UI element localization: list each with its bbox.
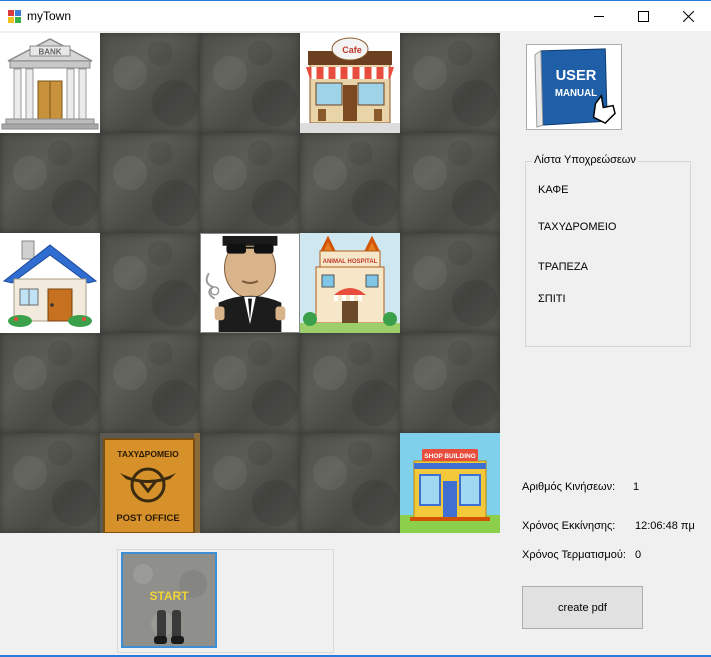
start-panel: START — [117, 549, 334, 653]
create-pdf-button[interactable]: create pdf — [522, 586, 643, 629]
grid-cell[interactable] — [400, 133, 500, 233]
grid-cell[interactable] — [400, 233, 500, 333]
bank-icon: BANK — [0, 33, 100, 133]
hospital-icon: ANIMAL HOSPITAL — [300, 233, 400, 333]
manual-line1: USER — [556, 68, 597, 84]
start-icon: START — [123, 554, 215, 646]
grid-cell[interactable] — [300, 333, 400, 433]
grid-cell[interactable] — [400, 33, 500, 133]
manual-line2: MANUAL — [555, 88, 597, 99]
grid-cell[interactable] — [200, 33, 300, 133]
grid-cell[interactable] — [100, 133, 200, 233]
end-time-label: Χρόνος Τερματισμού: — [522, 549, 626, 561]
task-item: ΚΑΦΕ — [538, 184, 569, 196]
bank-tile[interactable]: BANK — [0, 33, 100, 133]
grid-cell[interactable] — [100, 33, 200, 133]
close-icon — [682, 10, 694, 22]
user-manual-icon: USER MANUAL — [527, 45, 621, 129]
task-list-legend: Λίστα Υποχρεώσεων — [532, 154, 638, 166]
town-grid: BANK Cafe ANIMAL HOSPITAL ΤΑΧΥΔΡΟΜΕΙΟ PO… — [0, 33, 500, 533]
start-time-value: 12:06:48 πμ — [635, 520, 695, 532]
title-bar: myTown — [0, 0, 711, 31]
cafe-tile[interactable]: Cafe — [300, 33, 400, 133]
close-button[interactable] — [665, 1, 711, 31]
grid-cell[interactable] — [200, 333, 300, 433]
minimize-icon — [594, 16, 604, 17]
grid-cell[interactable] — [100, 233, 200, 333]
grid-cell[interactable] — [0, 333, 100, 433]
shop-icon: SHOP BUILDING — [400, 433, 500, 533]
user-manual-button[interactable]: USER MANUAL — [526, 44, 622, 130]
task-item: ΤΑΧΥΔΡΟΜΕΙΟ — [538, 221, 617, 233]
player-tile[interactable] — [200, 233, 300, 333]
start-image[interactable]: START — [121, 552, 217, 648]
post-sign-top: ΤΑΧΥΔΡΟΜΕΙΟ — [117, 449, 179, 459]
grid-cell[interactable] — [200, 133, 300, 233]
start-time-label: Χρόνος Εκκίνησης: — [522, 520, 616, 532]
shop-tile[interactable]: SHOP BUILDING — [400, 433, 500, 533]
grid-cell[interactable] — [0, 433, 100, 533]
grid-cell[interactable] — [0, 133, 100, 233]
grid-cell[interactable] — [300, 433, 400, 533]
maximize-icon — [637, 10, 649, 22]
task-item: ΤΡΑΠΕΖΑ — [538, 261, 588, 273]
shop-sign: SHOP BUILDING — [424, 453, 476, 460]
post-office-icon: ΤΑΧΥΔΡΟΜΕΙΟ POST OFFICE — [100, 433, 200, 533]
grid-cell[interactable] — [200, 433, 300, 533]
app-icon — [8, 10, 21, 23]
cafe-sign: Cafe — [342, 45, 362, 55]
grid-cell[interactable] — [300, 133, 400, 233]
maximize-button[interactable] — [620, 1, 666, 31]
minimize-button[interactable] — [576, 1, 622, 31]
hospital-tile[interactable]: ANIMAL HOSPITAL — [300, 233, 400, 333]
moves-value: 1 — [633, 481, 640, 493]
moves-label: Αριθμός Κινήσεων: — [522, 481, 616, 493]
bank-sign: BANK — [38, 48, 61, 57]
house-icon — [0, 233, 100, 333]
post-office-tile[interactable]: ΤΑΧΥΔΡΟΜΕΙΟ POST OFFICE — [100, 433, 200, 533]
house-tile[interactable] — [0, 233, 100, 333]
window-title: myTown — [27, 9, 72, 23]
hospital-sign: ANIMAL HOSPITAL — [323, 259, 378, 265]
grid-cell[interactable] — [400, 333, 500, 433]
grid-cell[interactable] — [100, 333, 200, 433]
player-icon — [201, 234, 299, 332]
post-sign-bottom: POST OFFICE — [116, 513, 179, 524]
task-list-group: Λίστα Υποχρεώσεων ΚΑΦΕ ΤΑΧΥΔΡΟΜΕΙΟ ΤΡΑΠΕ… — [525, 154, 691, 347]
end-time-value: 0 — [635, 549, 642, 561]
task-item: ΣΠΙΤΙ — [538, 293, 566, 305]
cafe-icon: Cafe — [300, 33, 400, 133]
start-text: START — [149, 589, 189, 603]
